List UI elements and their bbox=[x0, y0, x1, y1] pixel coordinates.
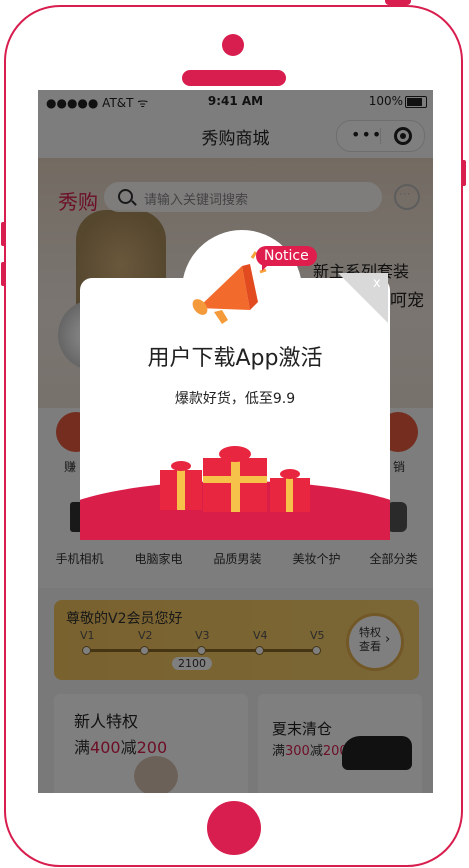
close-icon[interactable]: x bbox=[373, 276, 381, 291]
front-camera bbox=[222, 34, 244, 56]
home-button[interactable] bbox=[207, 801, 261, 855]
app-screen: ●●●●● AT&T ᯤ 9:41 AM 100% 秀购商城 ••• 秀购 请输… bbox=[38, 90, 433, 793]
popup-subtitle: 爆款好货，低至9.9 bbox=[174, 391, 296, 407]
phone-volume-down bbox=[1, 262, 6, 286]
popup-title: 用户下载App激活 bbox=[147, 346, 323, 371]
phone-volume-up bbox=[1, 222, 6, 246]
earpiece-speaker bbox=[182, 70, 286, 86]
megaphone-icon bbox=[192, 251, 267, 324]
notice-badge: Notice bbox=[256, 246, 317, 266]
gift-boxes-icon bbox=[160, 446, 310, 512]
phone-power-button bbox=[461, 160, 466, 186]
